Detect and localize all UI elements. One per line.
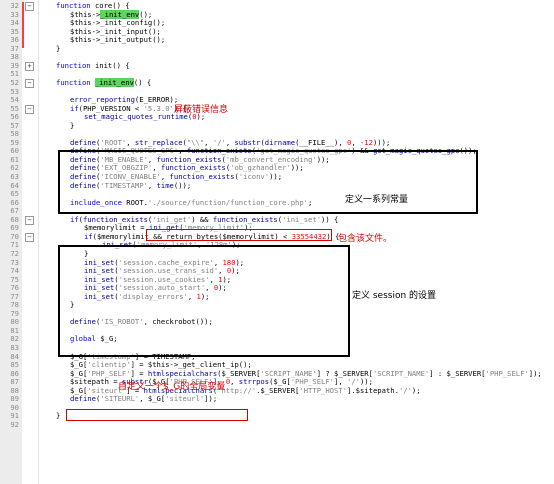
include-path-box xyxy=(146,229,332,241)
constants-highlight-box xyxy=(58,150,478,214)
line-number: 92 xyxy=(10,419,19,429)
clientip-box xyxy=(66,409,248,421)
annotation-define-constants: 定义一系列常量 xyxy=(345,195,409,205)
annotation-session-settings: 定义 session 的设置 xyxy=(352,291,437,301)
code-editor[interactable]: 32− function core() {33 $this->_init_env()… xyxy=(0,0,554,484)
session-highlight-box xyxy=(58,245,350,357)
annotation-error-reporting: 屏蔽错误信息 xyxy=(174,105,229,115)
annotation-include-file: 包含该文件。 xyxy=(338,234,393,244)
annotation-global-var: 自定义一个$_G的全局变量 xyxy=(118,382,226,392)
